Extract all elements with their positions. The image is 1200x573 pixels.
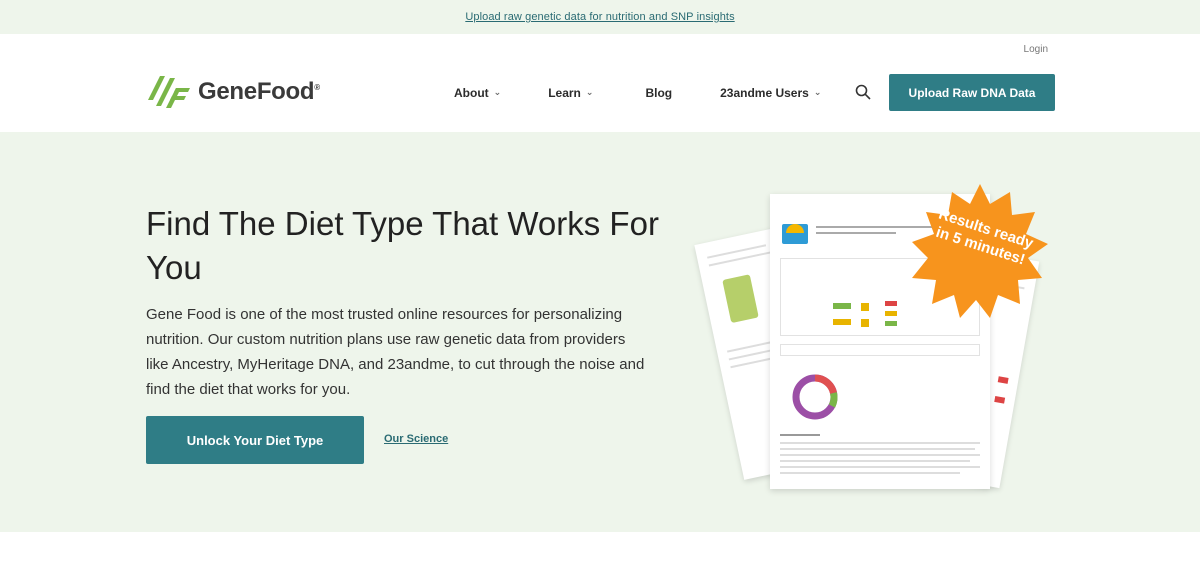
- upload-dna-button[interactable]: Upload Raw DNA Data: [889, 74, 1055, 111]
- our-science-link[interactable]: Our Science: [384, 433, 448, 445]
- marker: [861, 319, 869, 327]
- chevron-down-icon: ⌄: [493, 86, 502, 97]
- text-line: [707, 244, 767, 259]
- nav-blog-label: Blog: [645, 86, 673, 100]
- text-line: [780, 448, 975, 450]
- unlock-diet-type-button[interactable]: Unlock Your Diet Type: [146, 416, 364, 464]
- nav-about[interactable]: About ⌄: [454, 86, 501, 100]
- page-below-hero: [0, 532, 1200, 573]
- main-nav: About ⌄ Learn ⌄ Blog 23andme Users ⌄: [454, 84, 871, 100]
- hero-section: Find The Diet Type That Works For You Ge…: [0, 132, 1200, 532]
- hero-description: Gene Food is one of the most trusted onl…: [146, 306, 645, 398]
- text-line: [816, 232, 896, 234]
- logo-registered-mark: ®: [314, 83, 320, 92]
- marker: [861, 303, 869, 311]
- marker: [997, 376, 1009, 384]
- text-line: [780, 434, 820, 436]
- marker: [833, 319, 851, 325]
- nav-23andme-users[interactable]: 23andme Users ⌄: [720, 86, 821, 100]
- results-donut-chart: [792, 374, 838, 420]
- logo-text: GeneFood®: [198, 78, 320, 106]
- login-link[interactable]: Login: [1024, 44, 1048, 55]
- product-image: [722, 274, 759, 324]
- marker: [833, 303, 851, 309]
- nav-blog[interactable]: Blog: [645, 86, 672, 100]
- site-logo[interactable]: GeneFood®: [146, 74, 320, 110]
- text-line: [780, 454, 980, 456]
- report-illustration: Results ready in 5 minutes!: [694, 182, 1060, 502]
- nav-learn[interactable]: Learn ⌄: [548, 86, 593, 100]
- search-icon[interactable]: [855, 84, 871, 100]
- chevron-down-icon: ⌄: [813, 86, 822, 97]
- text-line: [780, 442, 980, 444]
- genefood-logo-icon: [148, 76, 190, 108]
- marker: [885, 321, 897, 326]
- contents-bar: [780, 344, 980, 356]
- text-line: [780, 460, 970, 462]
- nav-learn-label: Learn: [548, 86, 581, 100]
- logo-wordmark: GeneFood: [198, 78, 315, 105]
- nav-23andme-label: 23andme Users: [720, 86, 809, 100]
- text-line: [780, 466, 980, 468]
- text-line: [780, 472, 960, 474]
- nav-about-label: About: [454, 86, 489, 100]
- announcement-link[interactable]: Upload raw genetic data for nutrition an…: [465, 11, 734, 23]
- chevron-down-icon: ⌄: [585, 86, 594, 97]
- announcement-bar: Upload raw genetic data for nutrition an…: [0, 0, 1200, 34]
- marker: [885, 301, 897, 306]
- site-header: Login GeneFood® About ⌄ Learn ⌄ Blog 23a…: [0, 34, 1200, 132]
- marker: [994, 395, 1006, 404]
- hero-title: Find The Diet Type That Works For You: [146, 205, 659, 286]
- marker: [885, 311, 897, 316]
